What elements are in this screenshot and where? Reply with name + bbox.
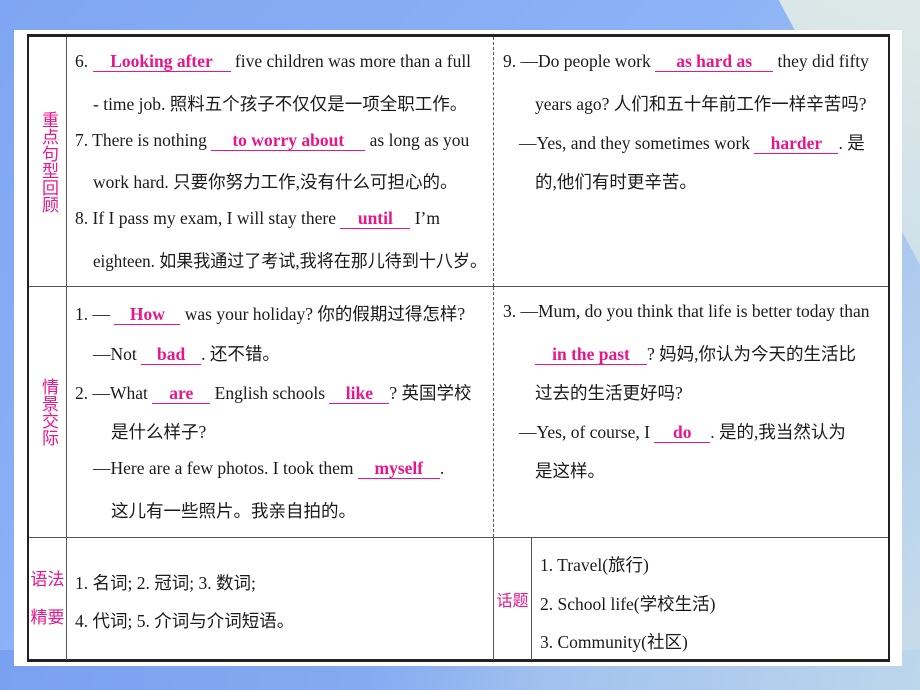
topic-item: 1. Travel(旅行) (540, 555, 649, 575)
grammar-line1: 1. 名词; 2. 冠词; 3. 数词; (75, 573, 256, 593)
q7-text: 7. There is nothing (75, 130, 207, 150)
s3-line5: 是这样。 (535, 461, 605, 481)
grammar-topics-row: 语法 精要 1. 名词; 2. 冠词; 3. 数词; 4. 代词; 5. 介词与… (29, 538, 888, 660)
s3-reply: —Yes, of course, I do. 是的,我当然认为 (519, 419, 846, 444)
s3-answer: in the past (535, 344, 647, 365)
s2-line4: 这儿有一些照片。我亲自拍的。 (111, 501, 356, 521)
s2-line1: 2. —What are English schools like? 英国学校 (75, 380, 472, 405)
situational-row: 情景交际 1. — How was your holiday? 你的假期过得怎样… (29, 287, 888, 538)
s2-after: ? 英国学校 (389, 383, 472, 403)
grammar-label: 语法 精要 (29, 538, 67, 660)
q7-line2: work hard. 只要你努力工作,没有什么可担心的。 (93, 172, 458, 192)
key-sentences-right: 9. —Do people work as hard as they did f… (495, 37, 888, 286)
q9-reply: —Yes, and they sometimes work harder. 是 (519, 130, 865, 155)
key-sentences-left: 6. Looking after five children was more … (67, 37, 494, 286)
s3-line3: 过去的生活更好吗? (535, 383, 683, 403)
topics-content: 1. Travel(旅行) 2. School life(学校生活) 3. Co… (532, 538, 888, 660)
q9-reply-after: . 是 (838, 133, 865, 153)
q6-answer: Looking after (92, 51, 231, 72)
q6-line1: 6. Looking after five children was more … (75, 51, 471, 72)
q9-reply-text: —Yes, and they sometimes work (519, 133, 751, 153)
s3-reply-answer: do (654, 422, 711, 443)
topic-item: 2. School life(学校生活) (540, 594, 716, 614)
situational-label: 情景交际 (29, 287, 67, 537)
q9-answer: as hard as (655, 51, 774, 72)
s2-middle: English schools (214, 383, 326, 403)
s3-line2: in the past? 妈妈,你认为今天的生活比 (535, 341, 856, 366)
review-table: 重点句型回顾 6. Looking after five children wa… (27, 34, 890, 662)
s2-text: 2. —What (75, 383, 148, 403)
s2-answer1: are (152, 383, 211, 404)
key-sentences-label: 重点句型回顾 (29, 37, 67, 286)
s1-reply-answer: bad (141, 344, 202, 365)
q7-answer: to worry about (211, 130, 366, 151)
q8-text: 8. If I pass my exam, I will stay there (75, 208, 336, 228)
grammar-label-line2: 精要 (30, 608, 65, 628)
s1-reply-after: . 还不错。 (201, 344, 280, 364)
s1-text-after: was your holiday? 你的假期过得怎样? (184, 304, 466, 324)
q9-line1: 9. —Do people work as hard as they did f… (503, 51, 869, 72)
q8-line1: 8. If I pass my exam, I will stay there … (75, 208, 440, 229)
q7-text-after: as long as you (369, 130, 470, 150)
q8-answer: until (340, 208, 411, 229)
topics-label: 话题 (494, 538, 532, 660)
s1-text: 1. — (75, 304, 110, 324)
key-sentences-row: 重点句型回顾 6. Looking after five children wa… (29, 37, 888, 287)
q6-text: five children was more than a full (234, 51, 472, 71)
topic-item: 3. Community(社区) (540, 632, 688, 652)
s1-answer: How (114, 304, 181, 325)
q9-text: 9. —Do people work (503, 51, 651, 71)
s2-reply: —Here are a few photos. I took them myse… (93, 458, 444, 479)
s3-reply-text: —Yes, of course, I (519, 422, 650, 442)
s2-answer2: like (329, 383, 390, 404)
q8-line2: eighteen. 如果我通过了考试,我将在那儿待到十八岁。 (93, 251, 487, 271)
q9-reply-answer: harder (754, 133, 839, 154)
s1-reply-text: —Not (93, 344, 137, 364)
s2-reply-answer: myself (357, 458, 440, 479)
q9-line4: 的,他们有时更辛苦。 (535, 172, 697, 192)
s3-line1: 3. —Mum, do you think that life is bette… (503, 301, 870, 321)
grammar-label-line1: 语法 (30, 570, 65, 590)
q7-line1: 7. There is nothing to worry about as lo… (75, 130, 469, 151)
s1-reply: —Not bad. 还不错。 (93, 341, 280, 366)
situational-left: 1. — How was your holiday? 你的假期过得怎样? —No… (67, 287, 494, 537)
s3-reply-after: . 是的,我当然认为 (710, 422, 846, 442)
q9-line2: years ago? 人们和五十年前工作一样辛苦吗? (535, 94, 867, 114)
s2-line2: 是什么样子? (111, 422, 207, 442)
q6-line2: - time job. 照料五个孩子不仅仅是一项全职工作。 (93, 94, 468, 114)
s2-reply-text: —Here are a few photos. I took them (93, 458, 354, 478)
q9-text-after: they did fifty (777, 51, 869, 71)
grammar-content: 1. 名词; 2. 冠词; 3. 数词; 4. 代词; 5. 介词与介词短语。 (67, 538, 494, 660)
q6-number: 6. (75, 51, 89, 71)
grammar-line2: 4. 代词; 5. 介词与介词短语。 (75, 611, 295, 631)
s2-reply-after: . (439, 458, 445, 478)
q8-text-after: I’m (414, 208, 441, 228)
s1-line1: 1. — How was your holiday? 你的假期过得怎样? (75, 301, 465, 326)
s3-after: ? 妈妈,你认为今天的生活比 (647, 344, 857, 364)
situational-right: 3. —Mum, do you think that life is bette… (495, 287, 888, 537)
